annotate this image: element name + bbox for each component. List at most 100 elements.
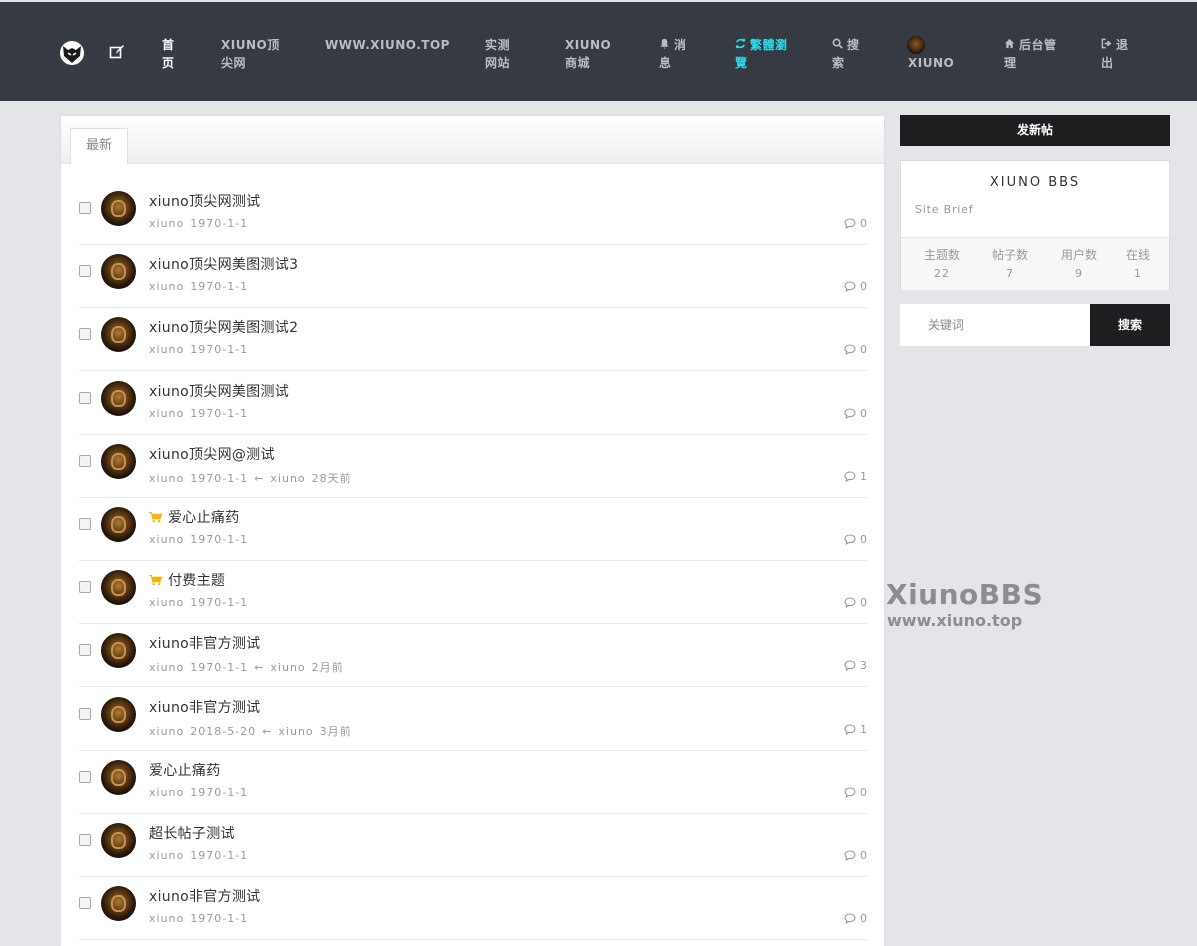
stat-threads: 主题数 22 [923, 248, 960, 280]
stat-posts: 帖子数 7 [991, 248, 1028, 280]
thread-row[interactable]: xiuno非官方测试 xiuno 1970-1-1 0 [79, 876, 867, 941]
author-avatar[interactable] [101, 443, 136, 479]
thread-select-checkbox[interactable] [79, 518, 91, 530]
nav-xiuno-store[interactable]: XIUNO 商城 [565, 36, 611, 72]
thread-meta-part: 1970-1-1 [190, 849, 249, 862]
comment-icon [844, 724, 856, 735]
thread-row[interactable]: 付费主题 xiuno 1970-1-1 0 [79, 560, 867, 625]
site-brief: Site Brief [915, 203, 974, 216]
author-avatar[interactable] [101, 570, 136, 606]
sign-out-icon [1101, 38, 1112, 49]
reply-count: 0 [844, 407, 867, 420]
thread-row[interactable]: xiuno顶尖网@测试 xiuno 1970-1-1 ← xiuno 28天前 1 [79, 434, 867, 498]
thread-select-checkbox[interactable] [79, 202, 91, 214]
thread-title[interactable]: 爱心止痛药 [149, 760, 221, 780]
thread-select-checkbox[interactable] [79, 707, 91, 720]
reply-count: 0 [844, 533, 867, 546]
reply-count: 0 [844, 849, 867, 862]
thread-title[interactable]: xiuno顶尖网测试 [149, 191, 261, 211]
thread-meta-part: xiuno [149, 912, 185, 926]
nav-admin[interactable]: 后台管 理 [1004, 36, 1057, 72]
user-avatar[interactable] [907, 36, 925, 54]
thread-title[interactable]: 爱心止痛药 [149, 507, 240, 527]
nav-www-xiuno-top[interactable]: WWW.XIUNO.TOP [325, 36, 450, 54]
refresh-icon [735, 38, 746, 49]
thread-row[interactable]: 超长帖子测试 xiuno 1970-1-1 0 [79, 813, 867, 877]
thread-meta-part: ← [254, 471, 265, 485]
nav-test-site[interactable]: 实测 网站 [485, 36, 510, 72]
thread-row[interactable]: 爱心止痛药 xiuno 1970-1-1 0 [79, 497, 867, 561]
author-avatar[interactable] [101, 254, 136, 290]
thread-select-checkbox[interactable] [79, 454, 91, 467]
watermark-title: XiunoBBS [886, 578, 1044, 611]
thread-meta: xiuno 1970-1-1 [149, 786, 254, 799]
thread-meta-part: xiuno [149, 596, 185, 610]
watermark-url: www.xiuno.top [887, 611, 1023, 630]
thread-select-checkbox[interactable] [79, 834, 91, 846]
nav-xiuno-top-site[interactable]: XIUNO顶 尖网 [221, 36, 280, 72]
top-navbar: 首 页 XIUNO顶 尖网 WWW.XIUNO.TOP 实测 网站 XIUNO … [0, 2, 1197, 101]
thread-meta-part: xiuno [149, 471, 185, 485]
thread-meta-part: xiuno [149, 849, 185, 862]
xiuno-logo-icon[interactable] [59, 40, 85, 66]
thread-meta-part: 1970-1-1 [190, 661, 249, 675]
thread-title[interactable]: xiuno顶尖网美图测试2 [149, 317, 298, 337]
thread-title[interactable]: xiuno顶尖网@测试 [149, 444, 275, 464]
author-avatar[interactable] [101, 317, 136, 353]
thread-meta-part: 1970-1-1 [190, 471, 249, 485]
nav-search[interactable]: 搜 索 [832, 36, 860, 72]
author-avatar[interactable] [101, 823, 136, 858]
thread-title[interactable]: xiuno非官方测试 [149, 633, 261, 653]
thread-meta-part: 3月前 [319, 724, 352, 738]
thread-select-checkbox[interactable] [79, 581, 91, 594]
comment-icon [844, 218, 856, 230]
bell-icon [660, 38, 669, 49]
thread-meta: xiuno 1970-1-1 [149, 596, 254, 609]
author-avatar[interactable] [101, 696, 136, 732]
thread-select-checkbox[interactable] [79, 328, 91, 341]
thread-title[interactable]: xiuno非官方测试 [149, 886, 261, 906]
thread-row[interactable]: 爱心止痛药 xiuno 1970-1-1 0 [79, 750, 867, 814]
author-avatar[interactable] [101, 380, 136, 416]
thread-row[interactable]: xiuno顶尖网美图测试2 xiuno 1970-1-1 0 [79, 307, 867, 372]
comment-icon [844, 408, 856, 419]
thread-row[interactable]: xiuno顶尖网美图测试 xiuno 1970-1-1 0 [79, 371, 867, 435]
thread-select-checkbox[interactable] [79, 644, 91, 657]
nav-messages[interactable]: 消 息 [659, 36, 687, 72]
thread-meta: xiuno 1970-1-1 ← xiuno 2月前 [149, 659, 350, 675]
nav-logout[interactable]: 退 出 [1101, 36, 1129, 72]
thread-title[interactable]: xiuno顶尖网美图测试3 [149, 254, 298, 274]
author-avatar[interactable] [101, 633, 136, 669]
nav-user[interactable]: XIUNO [908, 54, 954, 72]
thread-select-checkbox[interactable] [79, 770, 91, 783]
edit-icon[interactable] [109, 44, 125, 60]
author-avatar[interactable] [101, 759, 136, 795]
thread-row[interactable]: xiuno顶尖网美图测试3 xiuno 1970-1-1 0 [79, 244, 867, 309]
author-avatar[interactable] [101, 886, 136, 922]
author-avatar[interactable] [101, 507, 136, 542]
thread-select-checkbox[interactable] [79, 265, 91, 278]
reply-count: 0 [844, 217, 867, 230]
site-stats: 主题数 22 帖子数 7 用户数 9 在线 1 [901, 237, 1169, 290]
nav-home[interactable]: 首 页 [162, 36, 175, 72]
new-post-button[interactable]: 发新帖 [900, 115, 1170, 146]
thread-meta: xiuno 1970-1-1 [149, 533, 254, 546]
home-icon [1004, 38, 1015, 49]
thread-title[interactable]: 超长帖子测试 [149, 823, 235, 843]
tab-latest[interactable]: 最新 [70, 128, 128, 164]
nav-traditional-chinese[interactable]: 繁體瀏 覽 [735, 36, 788, 72]
thread-meta: xiuno 1970-1-1 ← xiuno 28天前 [149, 470, 358, 486]
search-input[interactable] [900, 304, 1090, 346]
thread-title[interactable]: 付费主题 [149, 570, 225, 590]
author-avatar[interactable] [101, 191, 136, 226]
thread-row[interactable]: xiuno非官方测试 xiuno 1970-1-1 ← xiuno 2月前 3 [79, 623, 867, 688]
thread-select-checkbox[interactable] [79, 391, 91, 404]
thread-select-checkbox[interactable] [79, 897, 91, 910]
thread-meta: xiuno 1970-1-1 [149, 407, 254, 420]
search-icon [832, 38, 843, 49]
thread-title[interactable]: xiuno非官方测试 [149, 697, 261, 717]
search-button[interactable]: 搜索 [1090, 304, 1170, 346]
thread-row[interactable]: xiuno非官方测试 xiuno 2018-5-20 ← xiuno 3月前 1 [79, 687, 867, 751]
thread-title[interactable]: xiuno顶尖网美图测试 [149, 381, 289, 401]
thread-row[interactable]: xiuno顶尖网测试 xiuno 1970-1-1 0 [79, 181, 867, 245]
